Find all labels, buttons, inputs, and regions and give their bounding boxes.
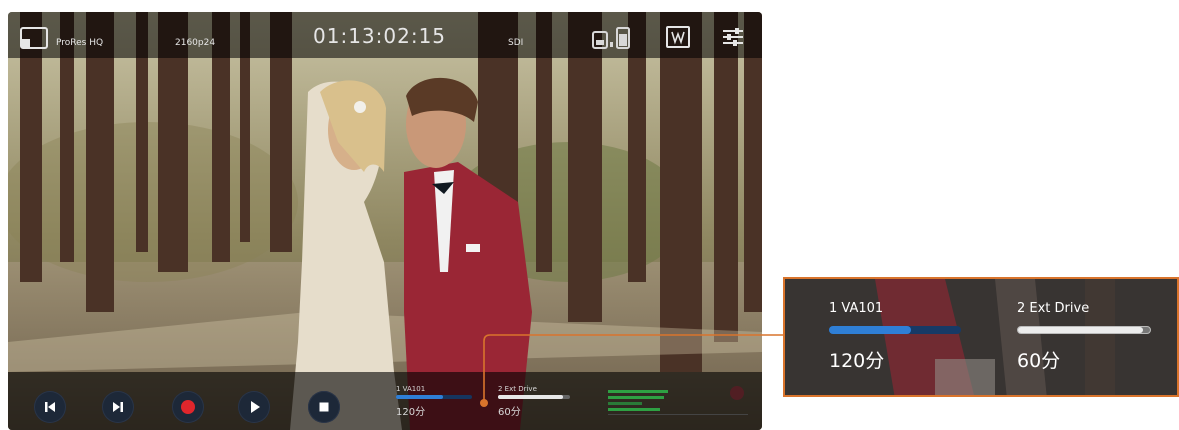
codec-label[interactable]: ProRes HQ bbox=[56, 38, 103, 48]
skip-forward-button[interactable] bbox=[102, 391, 134, 423]
input-source-label: SDI bbox=[508, 38, 524, 48]
timecode-display: 01:13:02:15 bbox=[313, 24, 447, 48]
play-icon bbox=[251, 401, 260, 413]
callout-slot-2: 2 Ext Drive 60分 bbox=[1017, 301, 1151, 373]
callout-slot-2-name: 2 Ext Drive bbox=[1017, 301, 1090, 316]
skip-forward-icon bbox=[113, 402, 123, 412]
top-status-bar: ProRes HQ 2160p24 01:13:02:15 SDI bbox=[8, 12, 762, 58]
slot-1-capacity-fill bbox=[396, 395, 444, 399]
callout-slot-2-time: 60分 bbox=[1017, 350, 1061, 372]
stop-button[interactable] bbox=[308, 391, 340, 423]
slot-1-name: 1 VA101 bbox=[396, 385, 426, 393]
skip-back-button[interactable] bbox=[34, 391, 66, 423]
slot-1-remaining-time: 120分 bbox=[396, 407, 426, 418]
slot-1-capacity-bar bbox=[396, 395, 472, 399]
storage-card-icon[interactable] bbox=[20, 27, 48, 49]
resolution-label: 2160p24 bbox=[175, 38, 216, 48]
power-battery-icon[interactable] bbox=[591, 26, 633, 50]
storage-callout: 1 VA101 120分 2 Ext Drive 60分 bbox=[783, 277, 1179, 397]
record-icon bbox=[181, 400, 195, 414]
stop-icon bbox=[319, 402, 329, 412]
skip-back-icon bbox=[45, 402, 55, 412]
callout-slot-2-bar bbox=[1017, 326, 1151, 334]
callout-slot-2-fill bbox=[1018, 327, 1144, 333]
callout-slot-1-fill bbox=[829, 326, 911, 334]
storage-slot-1[interactable]: 1 VA101 120分 bbox=[396, 385, 472, 418]
callout-slot-1-name: 1 VA101 bbox=[829, 301, 884, 316]
monitor-options-icon[interactable] bbox=[666, 26, 690, 48]
callout-connector bbox=[480, 334, 785, 407]
settings-sliders-icon[interactable] bbox=[722, 27, 744, 47]
record-button[interactable] bbox=[172, 391, 204, 423]
callout-slot-1-time: 120分 bbox=[829, 350, 885, 372]
play-button[interactable] bbox=[238, 391, 270, 423]
callout-slot-1: 1 VA101 120分 bbox=[829, 301, 961, 373]
callout-slot-1-bar bbox=[829, 326, 961, 334]
